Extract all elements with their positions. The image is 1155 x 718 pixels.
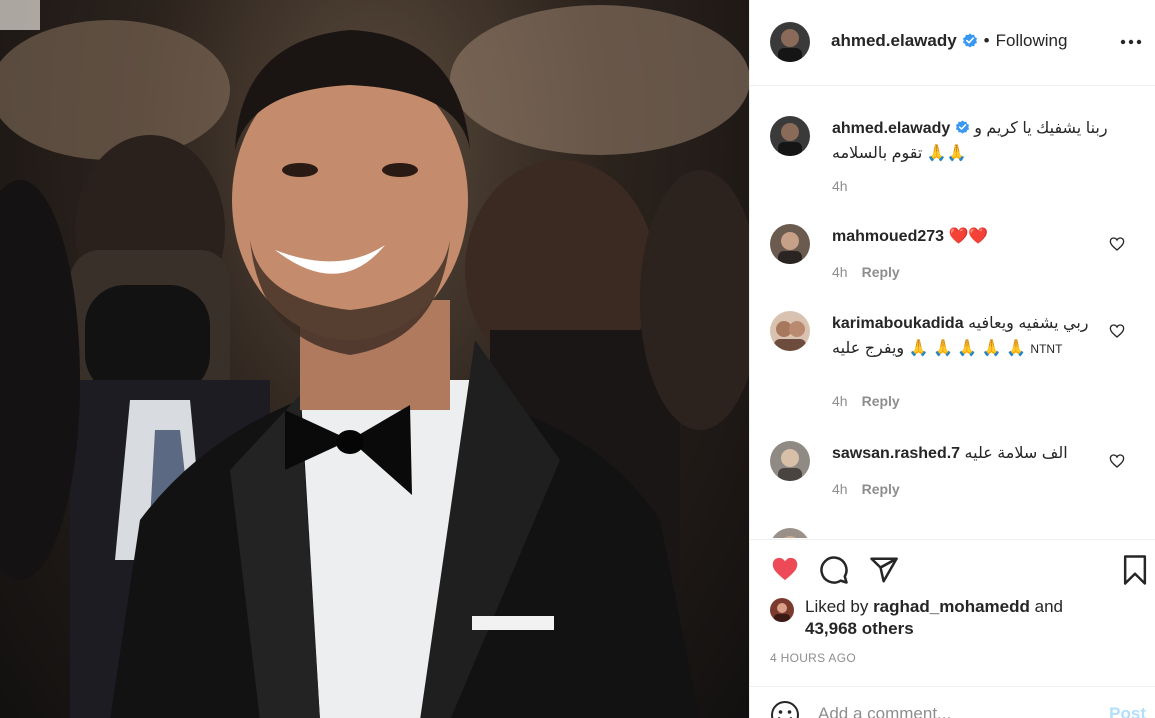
post-comment-button[interactable]: Post (1109, 704, 1146, 718)
liker-username[interactable]: raghad_mohamedd (873, 597, 1030, 616)
comment-icon[interactable] (819, 555, 849, 585)
add-comment-bar: Post (750, 686, 1155, 718)
follow-separator: • (983, 31, 990, 50)
author-username[interactable]: ahmed.elawady (831, 31, 957, 51)
liked-by-prefix: Liked by (805, 597, 869, 616)
commenter-avatar[interactable] (770, 441, 810, 481)
emoji-icon[interactable] (770, 700, 800, 718)
comment-extra-text: NTNT (1030, 342, 1063, 356)
commenter-avatar[interactable] (770, 311, 810, 351)
comment-text: الف سلامة عليه (964, 445, 1068, 462)
like-comment-heart-icon[interactable] (1109, 323, 1125, 339)
caption-username[interactable]: ahmed.elawady (832, 120, 950, 137)
comment-username[interactable]: mahmoued273 (832, 228, 944, 245)
like-comment-heart-icon[interactable] (1109, 236, 1125, 252)
following-button[interactable]: Following (996, 31, 1068, 51)
post-header: ahmed.elawady • Following (750, 0, 1155, 86)
more-options-icon[interactable] (1118, 30, 1144, 54)
commenter-avatar[interactable] (770, 528, 810, 538)
comment-time[interactable]: 4h (832, 481, 848, 497)
verified-badge-icon (955, 120, 969, 134)
likes-count[interactable]: 43,968 others (805, 619, 914, 638)
like-comment-heart-icon[interactable] (1109, 453, 1125, 469)
post-details-panel: ahmed.elawady • Following ahmed.elawady (749, 0, 1155, 718)
comment-text: ❤️❤️ (948, 228, 989, 245)
comment-username[interactable]: sawsan.rashed.7 (832, 445, 960, 462)
comment-username[interactable]: karimaboukadida (832, 315, 964, 332)
author-avatar[interactable] (770, 22, 810, 62)
comment-input[interactable] (818, 701, 1088, 718)
post-timestamp[interactable]: 4 HOURS AGO (770, 651, 856, 665)
bookmark-icon[interactable] (1120, 554, 1150, 586)
reply-button[interactable]: Reply (862, 264, 900, 280)
reply-button[interactable]: Reply (862, 393, 900, 409)
reply-button[interactable]: Reply (862, 481, 900, 497)
liked-by-and: and (1034, 597, 1063, 616)
commenter-avatar[interactable] (770, 224, 810, 264)
author-avatar[interactable] (770, 116, 810, 156)
verified-badge-icon (962, 33, 977, 48)
caption-time[interactable]: 4h (832, 178, 848, 194)
comment-time[interactable]: 4h (832, 264, 848, 280)
comment-time[interactable]: 4h (832, 393, 848, 409)
comments-list[interactable]: ahmed.elawady ربنا يشفيك يا كريم و تقوم … (750, 87, 1155, 538)
post-photo-illustration (0, 0, 749, 718)
heart-filled-icon[interactable] (770, 555, 800, 583)
post-actions-section: Liked by raghad_mohamedd and 43,968 othe… (750, 539, 1155, 718)
post-photo[interactable] (0, 0, 749, 718)
share-icon[interactable] (869, 555, 899, 585)
liker-avatar[interactable] (770, 598, 794, 622)
